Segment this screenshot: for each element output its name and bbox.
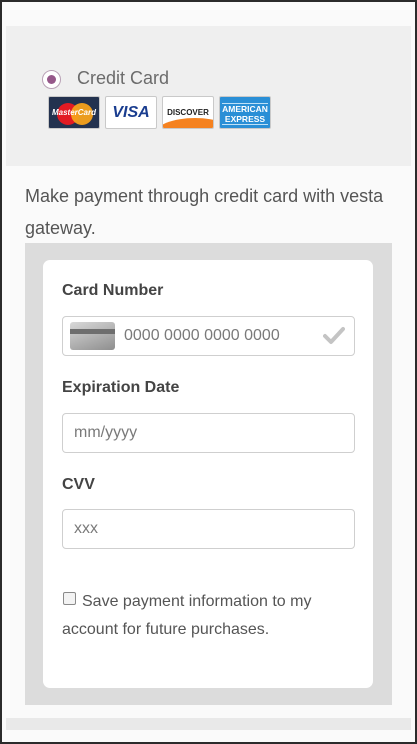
save-payment-row[interactable]: Save payment information to my account f… [62,588,362,644]
cvv-input[interactable]: xxx [62,509,355,549]
visa-logo-text: VISA [112,104,150,121]
credit-card-radio[interactable] [42,70,61,89]
bottom-bar [6,718,411,730]
cvv-placeholder: xxx [74,520,98,537]
card-logos: MasterCard VISA DISCOVER AMERICAN EXPRES… [48,96,271,129]
mastercard-logo-text: MasterCard [51,108,96,117]
save-payment-checkbox[interactable] [63,592,76,605]
discover-logo-icon: DISCOVER [162,96,214,129]
card-number-input[interactable]: 0000 0000 0000 0000 [62,316,355,356]
amex-logo-icon: AMERICAN EXPRESS [219,96,271,129]
card-number-label: Card Number [62,282,164,299]
discover-logo-text: DISCOVER [167,108,209,117]
payment-description: Make payment through credit card with ve… [25,186,384,238]
expiration-date-input[interactable]: mm/yyyy [62,413,355,453]
amex-logo-line1: AMERICAN [222,104,268,114]
payment-method-label[interactable]: Credit Card [77,68,169,89]
card-stripe [70,329,115,334]
mastercard-logo-icon: MasterCard [48,96,100,129]
save-payment-label[interactable]: Save payment information to my account f… [62,588,362,644]
expiration-date-placeholder: mm/yyyy [74,424,138,441]
amex-logo-text: AMERICAN EXPRESS [222,103,268,125]
radio-selected-dot [47,75,56,84]
payment-method-panel[interactable]: Credit Card MasterCard VISA DISCOVER AME… [6,26,411,166]
checkout-frame: Credit Card MasterCard VISA DISCOVER AME… [0,0,417,744]
card-form-wrapper: Card Number 0000 0000 0000 0000 Expirati… [25,243,392,705]
expiration-date-label: Expiration Date [62,379,180,396]
credit-card-icon [70,322,115,350]
card-number-placeholder: 0000 0000 0000 0000 [124,327,280,344]
amex-logo-line2: EXPRESS [224,114,266,124]
checkmark-icon [323,327,345,344]
discover-swoosh [163,118,213,128]
card-form: Card Number 0000 0000 0000 0000 Expirati… [43,260,373,688]
visa-logo-icon: VISA [105,96,157,129]
cvv-label: CVV [62,476,95,493]
